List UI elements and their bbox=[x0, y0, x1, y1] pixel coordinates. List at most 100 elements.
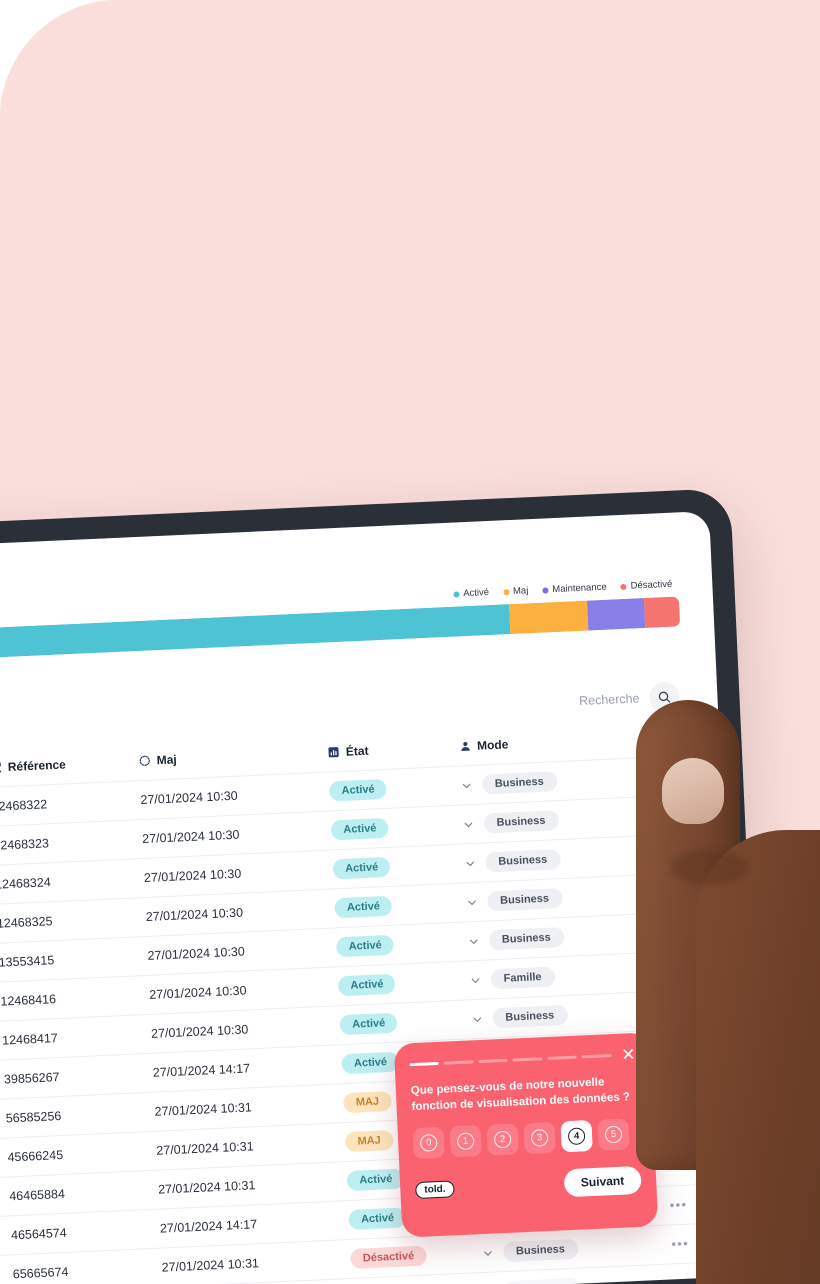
survey-top: ✕ bbox=[409, 1045, 636, 1073]
cell-reference: 56585256 bbox=[0, 1092, 150, 1139]
mode-chip[interactable]: Business bbox=[488, 927, 565, 951]
legend-label: Maj bbox=[512, 585, 529, 597]
survey-ratings: 012345 bbox=[412, 1118, 640, 1160]
cell-reference: 12468417 bbox=[0, 1014, 146, 1061]
rating-value: 0 bbox=[419, 1134, 438, 1152]
status-badge: Activé bbox=[336, 934, 395, 958]
refresh-icon bbox=[138, 755, 151, 768]
hand-palm bbox=[696, 830, 820, 1284]
status-badge: Activé bbox=[332, 856, 391, 880]
mode-chip[interactable]: Business bbox=[481, 771, 558, 795]
chevron-down-icon[interactable] bbox=[461, 780, 472, 791]
legend-item: Activé bbox=[453, 587, 489, 600]
cell-reference: 12468416 bbox=[0, 975, 145, 1022]
mode-chip[interactable]: Business bbox=[483, 810, 559, 834]
status-badge: MAJ bbox=[345, 1129, 394, 1153]
cell-maj: 27/01/2024 10:31 bbox=[154, 1239, 346, 1284]
cell-etat: Activé bbox=[331, 961, 465, 1007]
chevron-down-icon[interactable] bbox=[466, 896, 477, 907]
bar-segment-maj bbox=[509, 600, 589, 635]
background-corner-mask bbox=[0, 0, 130, 130]
status-badge: Activé bbox=[346, 1168, 405, 1192]
th-label: État bbox=[345, 743, 369, 759]
cell-reference: 45666245 bbox=[0, 1131, 152, 1178]
legend-item: Maj bbox=[502, 585, 529, 597]
legend-dot bbox=[620, 583, 627, 590]
cell-reference: 12468324 bbox=[0, 858, 139, 905]
status-badge: Activé bbox=[348, 1207, 407, 1231]
mode-chip[interactable]: Business bbox=[486, 888, 563, 912]
legend-item: Maintenance bbox=[542, 582, 607, 596]
mode-chip[interactable]: Business bbox=[491, 1004, 568, 1029]
qr-icon bbox=[0, 761, 2, 774]
cell-etat: Activé bbox=[322, 766, 456, 812]
legend-dot bbox=[502, 588, 510, 595]
rating-button-3[interactable]: 3 bbox=[523, 1121, 556, 1155]
legend-item: Désactivé bbox=[620, 578, 673, 592]
legend-label: Désactivé bbox=[630, 578, 673, 592]
bar-segment-maintenance bbox=[587, 598, 645, 631]
status-badge: Activé bbox=[334, 895, 393, 919]
status-badge: MAJ bbox=[343, 1091, 392, 1114]
rating-button-0[interactable]: 0 bbox=[412, 1126, 445, 1160]
cell-etat: Activé bbox=[333, 1000, 467, 1045]
rating-button-2[interactable]: 2 bbox=[486, 1123, 519, 1156]
cell-reference: 12468325 bbox=[0, 897, 141, 944]
legend-label: Maintenance bbox=[552, 581, 607, 596]
chevron-down-icon[interactable] bbox=[482, 1247, 493, 1258]
status-badge: Activé bbox=[341, 1051, 400, 1075]
status-badge: Activé bbox=[330, 817, 389, 841]
survey-card[interactable]: ✕ Que pensez-vous de notre nouvelle fonc… bbox=[393, 1032, 659, 1238]
close-icon[interactable]: ✕ bbox=[621, 1045, 636, 1065]
rating-button-5[interactable]: 5 bbox=[597, 1118, 630, 1151]
progress-segment bbox=[444, 1060, 474, 1065]
legend-dot bbox=[453, 590, 460, 598]
chevron-down-icon[interactable] bbox=[464, 857, 475, 868]
cell-etat: Activé bbox=[329, 922, 463, 968]
mode-chip[interactable]: Business bbox=[484, 849, 561, 873]
rating-value: 2 bbox=[493, 1130, 512, 1149]
chevron-down-icon[interactable] bbox=[471, 1013, 482, 1024]
rating-value: 4 bbox=[567, 1127, 586, 1146]
search-input[interactable]: Recherche bbox=[579, 691, 640, 708]
thumb-knuckle bbox=[670, 850, 748, 884]
progress-segment bbox=[547, 1055, 577, 1060]
told-logo: told. bbox=[415, 1179, 455, 1199]
survey-footer: told. Suivant bbox=[415, 1165, 642, 1204]
status-chart: Activé Maj Maintenance Désactivé bbox=[0, 576, 681, 659]
next-button[interactable]: Suivant bbox=[563, 1165, 642, 1198]
cell-etat: Activé bbox=[324, 805, 458, 851]
th-label: Mode bbox=[476, 737, 509, 753]
chevron-down-icon[interactable] bbox=[468, 935, 479, 946]
status-badge: Désactivé bbox=[350, 1245, 427, 1269]
status-badge: Activé bbox=[338, 973, 396, 997]
rating-button-1[interactable]: 1 bbox=[449, 1125, 482, 1158]
survey-progress bbox=[409, 1054, 612, 1067]
bar-segment-désactivé bbox=[643, 596, 681, 629]
cell-reference: 46564574 bbox=[4, 1209, 155, 1256]
person-icon bbox=[459, 740, 472, 753]
cell-reference: 65665674 bbox=[5, 1248, 157, 1284]
status-badge: Activé bbox=[339, 1012, 398, 1036]
cell-reference: 39856267 bbox=[0, 1053, 148, 1100]
screenshot-stage: istants et chambres bres 0 Assistants 53… bbox=[0, 0, 820, 1284]
cell-etat: Activé bbox=[328, 883, 462, 929]
cell-etat: Désactivé bbox=[344, 1233, 477, 1279]
cell-reference: 46465884 bbox=[2, 1170, 154, 1217]
th-label: Référence bbox=[7, 757, 67, 775]
progress-segment bbox=[409, 1061, 440, 1067]
rating-button-4[interactable]: 4 bbox=[560, 1120, 593, 1153]
mode-chip[interactable]: Business bbox=[504, 1277, 581, 1284]
status-badge: Activé bbox=[329, 778, 388, 802]
progress-segment bbox=[512, 1057, 543, 1062]
th-label: Maj bbox=[156, 752, 177, 768]
chevron-down-icon[interactable] bbox=[469, 974, 480, 985]
progress-segment bbox=[478, 1058, 509, 1064]
rating-value: 1 bbox=[456, 1132, 475, 1151]
mode-chip[interactable]: Business bbox=[502, 1238, 579, 1263]
chevron-down-icon[interactable] bbox=[462, 818, 473, 829]
legend-label: Activé bbox=[462, 587, 490, 600]
cell-reference: 13553415 bbox=[0, 936, 143, 983]
mode-chip[interactable]: Famille bbox=[490, 966, 555, 990]
cell-etat: Activé bbox=[326, 844, 460, 890]
